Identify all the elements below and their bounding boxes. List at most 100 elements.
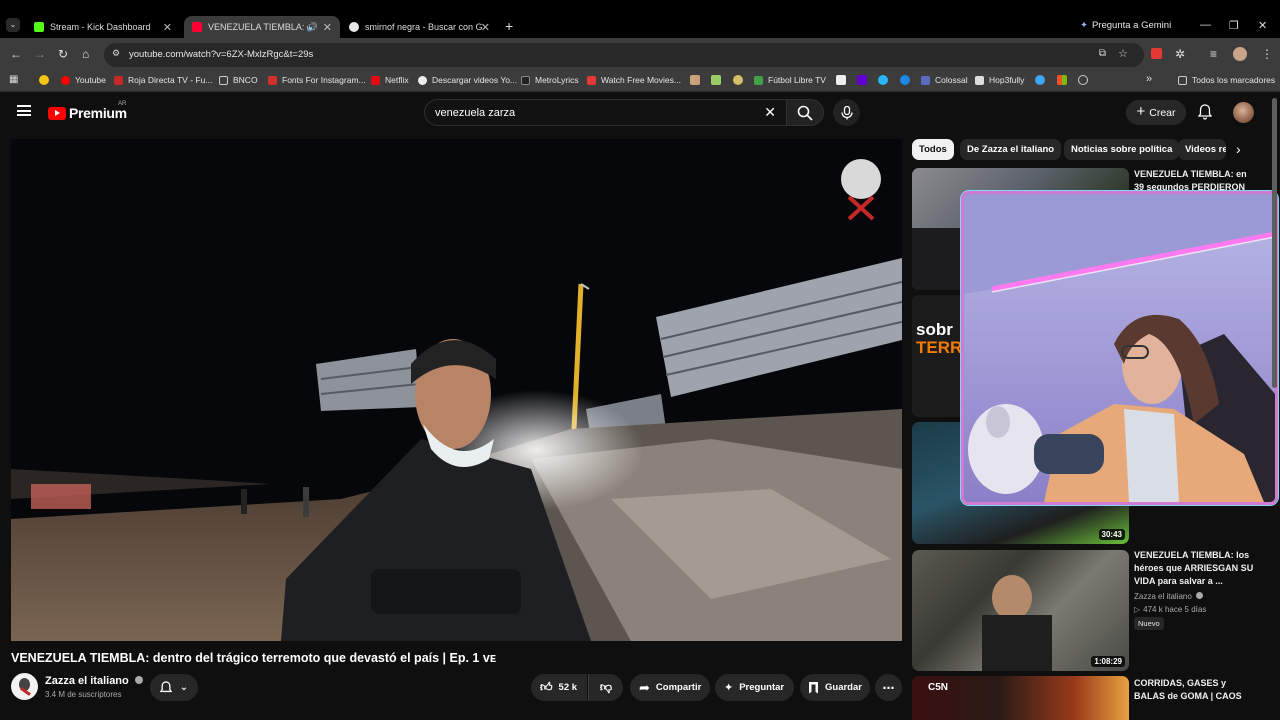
duration-badge: 1:08:29	[1091, 656, 1125, 667]
channel-name[interactable]: Zazza el italiano	[45, 675, 143, 687]
extension-red-icon[interactable]	[1151, 48, 1162, 59]
bookmark-icon-3[interactable]	[733, 75, 743, 85]
dislike-button[interactable]: 👎︎	[588, 674, 623, 701]
create-button[interactable]: + Crear	[1126, 100, 1186, 125]
bookmark-save-icon	[809, 681, 818, 694]
subscribed-notification-button[interactable]: ⌄	[150, 674, 198, 701]
bookmark-star-icon[interactable]: ☆	[1118, 47, 1128, 60]
tab-title: VENEZUELA TIEMBLA: dentr	[208, 22, 308, 32]
bookmark-descargar[interactable]: Descargar videos Yo...	[418, 75, 517, 85]
netflix-icon	[371, 75, 380, 85]
search-button[interactable]	[786, 99, 824, 126]
more-bookmarks-icon[interactable]: »	[1146, 73, 1152, 85]
profile-avatar-icon[interactable]	[1233, 47, 1247, 61]
minimize-icon[interactable]: —	[1200, 19, 1211, 31]
chip-politics-news[interactable]: Noticias sobre política	[1064, 139, 1180, 160]
youtube-favicon-icon	[192, 22, 202, 32]
bookmark-icon-4[interactable]	[836, 75, 846, 85]
bookmark-icon-1[interactable]	[690, 75, 700, 85]
bookmark-icon-2[interactable]	[711, 75, 721, 85]
bookmark-label: Todos los marcadores	[1192, 75, 1276, 85]
emoji-bookmark-icon[interactable]	[39, 75, 49, 85]
chip-related-videos[interactable]: Videos re	[1178, 139, 1226, 160]
bookmark-watch-free-movies[interactable]: Watch Free Movies...	[587, 75, 681, 85]
site-info-icon[interactable]: ⚙	[112, 48, 120, 59]
address-bar[interactable]: ⚙ youtube.com/watch?v=6ZX-MxlzRgc&t=29s …	[104, 43, 1144, 67]
video-title: VENEZUELA TIEMBLA: dentro del trágico te…	[11, 651, 497, 665]
install-icon[interactable]: ⧉	[1099, 48, 1106, 59]
new-tab-button[interactable]: +	[505, 18, 513, 34]
more-menu-icon[interactable]: ⋮	[1261, 46, 1273, 62]
bookmark-netflix[interactable]: Netflix	[371, 75, 409, 85]
search-input[interactable]: venezuela zarza ✕	[424, 99, 786, 126]
notifications-bell-icon[interactable]	[1198, 104, 1212, 120]
gemini-button[interactable]: ✦ Pregunta a Gemini	[1080, 20, 1171, 31]
recommended-title[interactable]: CORRIDAS, GASES y BALAS de GOMA | CAOS t…	[1134, 677, 1259, 703]
account-avatar[interactable]	[1233, 102, 1254, 123]
forward-icon[interactable]: →	[34, 46, 46, 62]
bookmark-icon-5[interactable]	[878, 75, 888, 85]
window-close-icon[interactable]: ✕	[1258, 19, 1267, 32]
views-and-age: 474 k hace 5 días	[1143, 605, 1207, 614]
like-button[interactable]: 👍︎ 52 k	[531, 674, 587, 701]
share-button[interactable]: ➦ Compartir	[630, 674, 710, 701]
media-control-icon[interactable]: ≡	[1210, 46, 1217, 62]
video-player[interactable]	[11, 139, 902, 641]
recommended-thumbnail[interactable]: C5N	[912, 676, 1129, 720]
save-button[interactable]: Guardar	[800, 674, 870, 701]
more-actions-button[interactable]: ⋯	[875, 674, 902, 701]
home-icon[interactable]: ⌂	[82, 46, 89, 62]
tab-kick-dashboard[interactable]: Stream - Kick Dashboard ✕	[28, 16, 180, 38]
bookmark-fonts[interactable]: Fonts For Instagram...	[268, 75, 366, 85]
share-label: Compartir	[655, 682, 702, 693]
bookmark-icon-yahoo[interactable]	[857, 75, 867, 85]
reload-icon[interactable]: ↻	[58, 46, 68, 62]
recommended-channel[interactable]: Zazza el italiano	[1134, 592, 1204, 601]
recommended-title[interactable]: VENEZUELA TIEMBLA: los héroes que ARRIES…	[1134, 549, 1259, 588]
browser-toolbar: ← → ↻ ⌂ ⚙ youtube.com/watch?v=6ZX-MxlzRg…	[0, 38, 1280, 70]
bookmark-label: Colossal	[935, 75, 968, 85]
apps-grid-icon[interactable]: ▦	[9, 74, 18, 85]
bookmark-hop3fully[interactable]: Hop3fully	[975, 75, 1024, 85]
colossal-icon	[921, 75, 930, 85]
close-icon[interactable]: ✕	[163, 21, 172, 34]
page-scrollbar[interactable]	[1272, 98, 1277, 388]
bookmarks-bar: ▦ Youtube Roja Directa TV - Fu... BNCO F…	[0, 70, 1280, 92]
voice-search-button[interactable]	[833, 99, 860, 126]
channel-avatar[interactable]	[11, 673, 38, 700]
tab-youtube-video[interactable]: VENEZUELA TIEMBLA: dentr 🔊 ✕	[184, 16, 340, 38]
webcam-overlay	[961, 191, 1278, 505]
extensions-puzzle-icon[interactable]: ✲	[1175, 46, 1185, 62]
recommended-thumbnail[interactable]: 1:08:29	[912, 550, 1129, 671]
youtube-premium-logo[interactable]: Premium AR	[48, 101, 127, 121]
bookmark-label: Descargar videos Yo...	[432, 75, 518, 85]
bookmark-icon-microsoft[interactable]	[1057, 75, 1067, 85]
bookmark-youtube[interactable]: Youtube	[61, 75, 106, 85]
bookmark-label: BNCO	[233, 75, 258, 85]
chip-all[interactable]: Todos	[912, 139, 954, 160]
clear-search-icon[interactable]: ✕	[764, 104, 776, 121]
chip-from-channel[interactable]: De Zazza el italiano	[960, 139, 1062, 160]
all-bookmarks-folder[interactable]: Todos los marcadores	[1178, 75, 1275, 85]
bookmark-colossal[interactable]: Colossal	[921, 75, 968, 85]
hamburger-menu-icon[interactable]	[17, 105, 31, 116]
bookmark-icon-7[interactable]	[1035, 75, 1045, 85]
back-icon[interactable]: ←	[10, 46, 22, 62]
tab-google-search[interactable]: smirnof negra - Buscar con Goo ✕	[343, 16, 498, 38]
speaker-icon[interactable]: 🔊	[307, 22, 318, 33]
ask-button[interactable]: ✦ Preguntar	[715, 674, 794, 701]
chips-next-icon[interactable]: ›	[1236, 141, 1241, 157]
close-icon[interactable]: ✕	[323, 21, 332, 34]
restore-icon[interactable]: ❐	[1229, 19, 1239, 32]
youtube-icon	[61, 75, 70, 85]
bookmark-icon-globe[interactable]	[1078, 75, 1088, 85]
ask-label: Preguntar	[739, 682, 785, 693]
bookmark-futbol-libre[interactable]: Fútbol Libre TV	[754, 75, 826, 85]
tab-search-button[interactable]: ⌄	[6, 18, 20, 32]
bookmark-label: Hop3fully	[989, 75, 1025, 85]
bookmark-roja-directa[interactable]: Roja Directa TV - Fu...	[114, 75, 212, 85]
bookmark-bnco[interactable]: BNCO	[219, 75, 258, 85]
bookmark-metrolyrics[interactable]: MetroLyrics	[521, 75, 579, 85]
bookmark-icon-6[interactable]	[900, 75, 910, 85]
close-icon[interactable]: ✕	[481, 21, 490, 34]
